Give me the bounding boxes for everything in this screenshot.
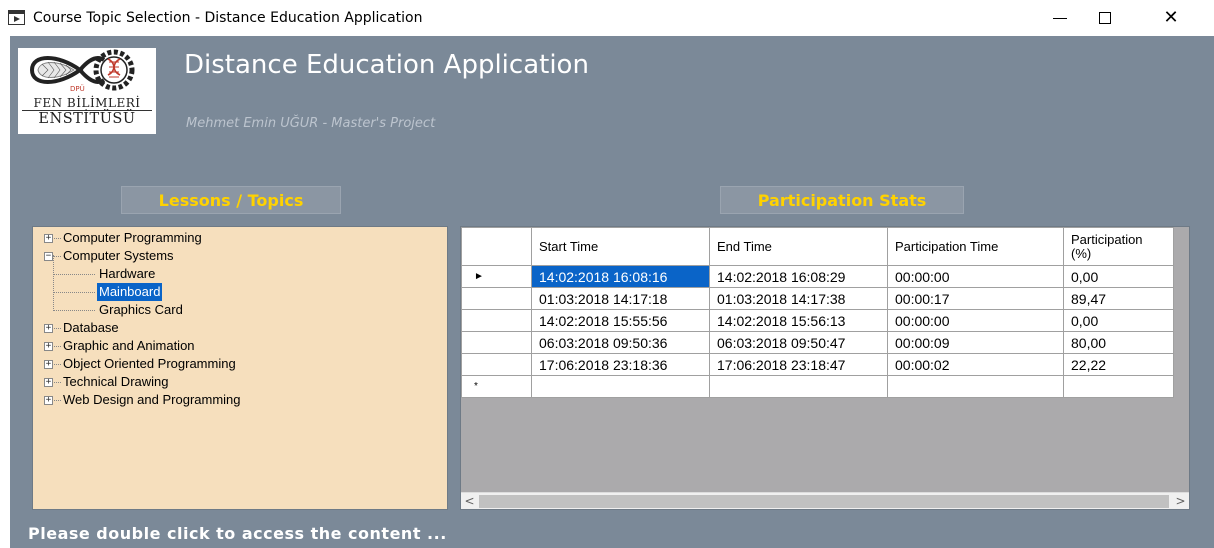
grid-cell[interactable]: 80,00	[1063, 331, 1174, 354]
table-row[interactable]: 17:06:2018 23:18:36 17:06:2018 23:18:47 …	[461, 353, 1174, 376]
tree-node-label: Web Design and Programming	[63, 392, 241, 407]
row-header[interactable]	[461, 353, 532, 376]
grid-cell[interactable]: 06:03:2018 09:50:36	[531, 331, 710, 354]
tree-node-label: Graphic and Animation	[63, 338, 195, 353]
grid-cell[interactable]: 0,00	[1063, 309, 1174, 332]
tree-node-computer-systems[interactable]: − Computer Systems	[33, 247, 433, 265]
author-subtitle: Mehmet Emin UĞUR - Master's Project	[186, 116, 436, 131]
grid-cell[interactable]: 00:00:09	[887, 331, 1064, 354]
expand-icon[interactable]: +	[44, 360, 53, 369]
grid-cell[interactable]: 00:00:02	[887, 353, 1064, 376]
maximize-icon	[1099, 12, 1111, 24]
column-header-start-time[interactable]: Start Time	[531, 227, 710, 266]
tree-node-label: Computer Systems	[63, 248, 174, 263]
collapse-icon[interactable]: −	[44, 252, 53, 261]
dna-gear-icon	[29, 49, 135, 91]
expand-icon[interactable]: +	[44, 396, 53, 405]
grid-cell[interactable]: 14:02:2018 15:55:56	[531, 309, 710, 332]
double-click-hint: Please double click to access the conten…	[28, 524, 447, 543]
grid-cell[interactable]: 01:03:2018 14:17:18	[531, 287, 710, 310]
tree-node-graphics-card[interactable]: Graphics Card	[33, 301, 433, 319]
grid-cell[interactable]: 01:03:2018 14:17:38	[709, 287, 888, 310]
app-title: Distance Education Application	[184, 50, 589, 80]
table-row[interactable]: 14:02:2018 15:55:56 14:02:2018 15:56:13 …	[461, 309, 1174, 332]
grid-cell[interactable]: 00:00:00	[887, 265, 1064, 288]
grid-cell-empty[interactable]	[709, 375, 888, 398]
scroll-right-icon[interactable]: >	[1172, 493, 1189, 509]
grid-cell-empty[interactable]	[1063, 375, 1174, 398]
row-header[interactable]	[461, 309, 532, 332]
participation-stats-label: Participation Stats	[720, 186, 964, 214]
grid-cell[interactable]: 00:00:00	[887, 309, 1064, 332]
app-icon	[8, 10, 25, 25]
main-window: DPÜ FEN BİLİMLERİ ENSTİTÜSÜ Distance Edu…	[10, 36, 1214, 548]
grid-cell[interactable]: 14:02:2018 15:56:13	[709, 309, 888, 332]
logo-university-label: DPÜ	[70, 85, 85, 93]
tree-node-mainboard[interactable]: Mainboard	[33, 283, 433, 301]
tree-node-web-design[interactable]: + Web Design and Programming	[33, 391, 433, 409]
scroll-left-icon[interactable]: <	[461, 493, 478, 509]
grid-cell[interactable]: 17:06:2018 23:18:47	[709, 353, 888, 376]
tree-node-technical-drawing[interactable]: + Technical Drawing	[33, 373, 433, 391]
grid-cell[interactable]: 22,22	[1063, 353, 1174, 376]
scrollbar-thumb[interactable]	[479, 495, 1169, 508]
tree-node-label: Technical Drawing	[63, 374, 169, 389]
maximize-button[interactable]	[1082, 0, 1128, 36]
institute-logo: DPÜ FEN BİLİMLERİ ENSTİTÜSÜ	[18, 48, 156, 134]
grid-header-row: Start Time End Time Participation Time P…	[461, 227, 1174, 266]
current-row-icon[interactable]: ►	[461, 265, 532, 288]
logo-institute-line1: FEN BİLİMLERİ	[33, 96, 141, 110]
horizontal-scrollbar[interactable]: < >	[461, 492, 1189, 509]
column-header-participation-percent[interactable]: Participation (%)	[1063, 227, 1174, 266]
row-header[interactable]	[461, 287, 532, 310]
lessons-topics-label: Lessons / Topics	[121, 186, 341, 214]
table-row[interactable]: 01:03:2018 14:17:18 01:03:2018 14:17:38 …	[461, 287, 1174, 310]
participation-table: Start Time End Time Participation Time P…	[461, 227, 1174, 398]
grid-cell[interactable]: 0,00	[1063, 265, 1174, 288]
tree-node-database[interactable]: + Database	[33, 319, 433, 337]
tree-node-label-selected: Mainboard	[97, 283, 163, 301]
new-row-icon[interactable]: *	[461, 375, 532, 398]
minimize-button[interactable]	[1036, 0, 1082, 36]
lessons-tree[interactable]: + Computer Programming − Computer System…	[32, 226, 448, 510]
tree-node-object-oriented-programming[interactable]: + Object Oriented Programming	[33, 355, 433, 373]
table-row[interactable]: 06:03:2018 09:50:36 06:03:2018 09:50:47 …	[461, 331, 1174, 354]
column-header-end-time[interactable]: End Time	[709, 227, 888, 266]
tree-node-label: Object Oriented Programming	[63, 356, 236, 371]
column-header-participation-time[interactable]: Participation Time	[887, 227, 1064, 266]
tree-node-label: Computer Programming	[63, 230, 202, 245]
tree-node-label: Database	[63, 320, 119, 335]
grid-cell-empty[interactable]	[531, 375, 710, 398]
row-header-corner	[461, 227, 532, 266]
grid-cell-selected[interactable]: 14:02:2018 16:08:16	[531, 265, 710, 288]
minimize-icon	[1053, 18, 1067, 19]
close-button[interactable]: ✕	[1148, 0, 1194, 36]
new-row[interactable]: *	[461, 375, 1174, 398]
expand-icon[interactable]: +	[44, 234, 53, 243]
grid-cell[interactable]: 06:03:2018 09:50:47	[709, 331, 888, 354]
tree-node-label: Hardware	[99, 266, 156, 281]
tree-node-computer-programming[interactable]: + Computer Programming	[33, 229, 433, 247]
grid-cell[interactable]: 17:06:2018 23:18:36	[531, 353, 710, 376]
close-icon: ✕	[1163, 7, 1179, 28]
grid-cell[interactable]: 00:00:17	[887, 287, 1064, 310]
tree-node-graphic-animation[interactable]: + Graphic and Animation	[33, 337, 433, 355]
participation-grid[interactable]: Start Time End Time Participation Time P…	[460, 226, 1190, 510]
expand-icon[interactable]: +	[44, 324, 53, 333]
expand-icon[interactable]: +	[44, 342, 53, 351]
title-bar: Course Topic Selection - Distance Educat…	[0, 0, 1214, 36]
row-header[interactable]	[461, 331, 532, 354]
grid-cell[interactable]: 89,47	[1063, 287, 1174, 310]
grid-cell[interactable]: 14:02:2018 16:08:29	[709, 265, 888, 288]
tree-node-label: Graphics Card	[99, 302, 183, 317]
expand-icon[interactable]: +	[44, 378, 53, 387]
tree-node-hardware[interactable]: Hardware	[33, 265, 433, 283]
logo-institute-line2: ENSTİTÜSÜ	[38, 111, 136, 127]
table-row[interactable]: ► 14:02:2018 16:08:16 14:02:2018 16:08:2…	[461, 265, 1174, 288]
window-title: Course Topic Selection - Distance Educat…	[33, 10, 423, 26]
grid-cell-empty[interactable]	[887, 375, 1064, 398]
